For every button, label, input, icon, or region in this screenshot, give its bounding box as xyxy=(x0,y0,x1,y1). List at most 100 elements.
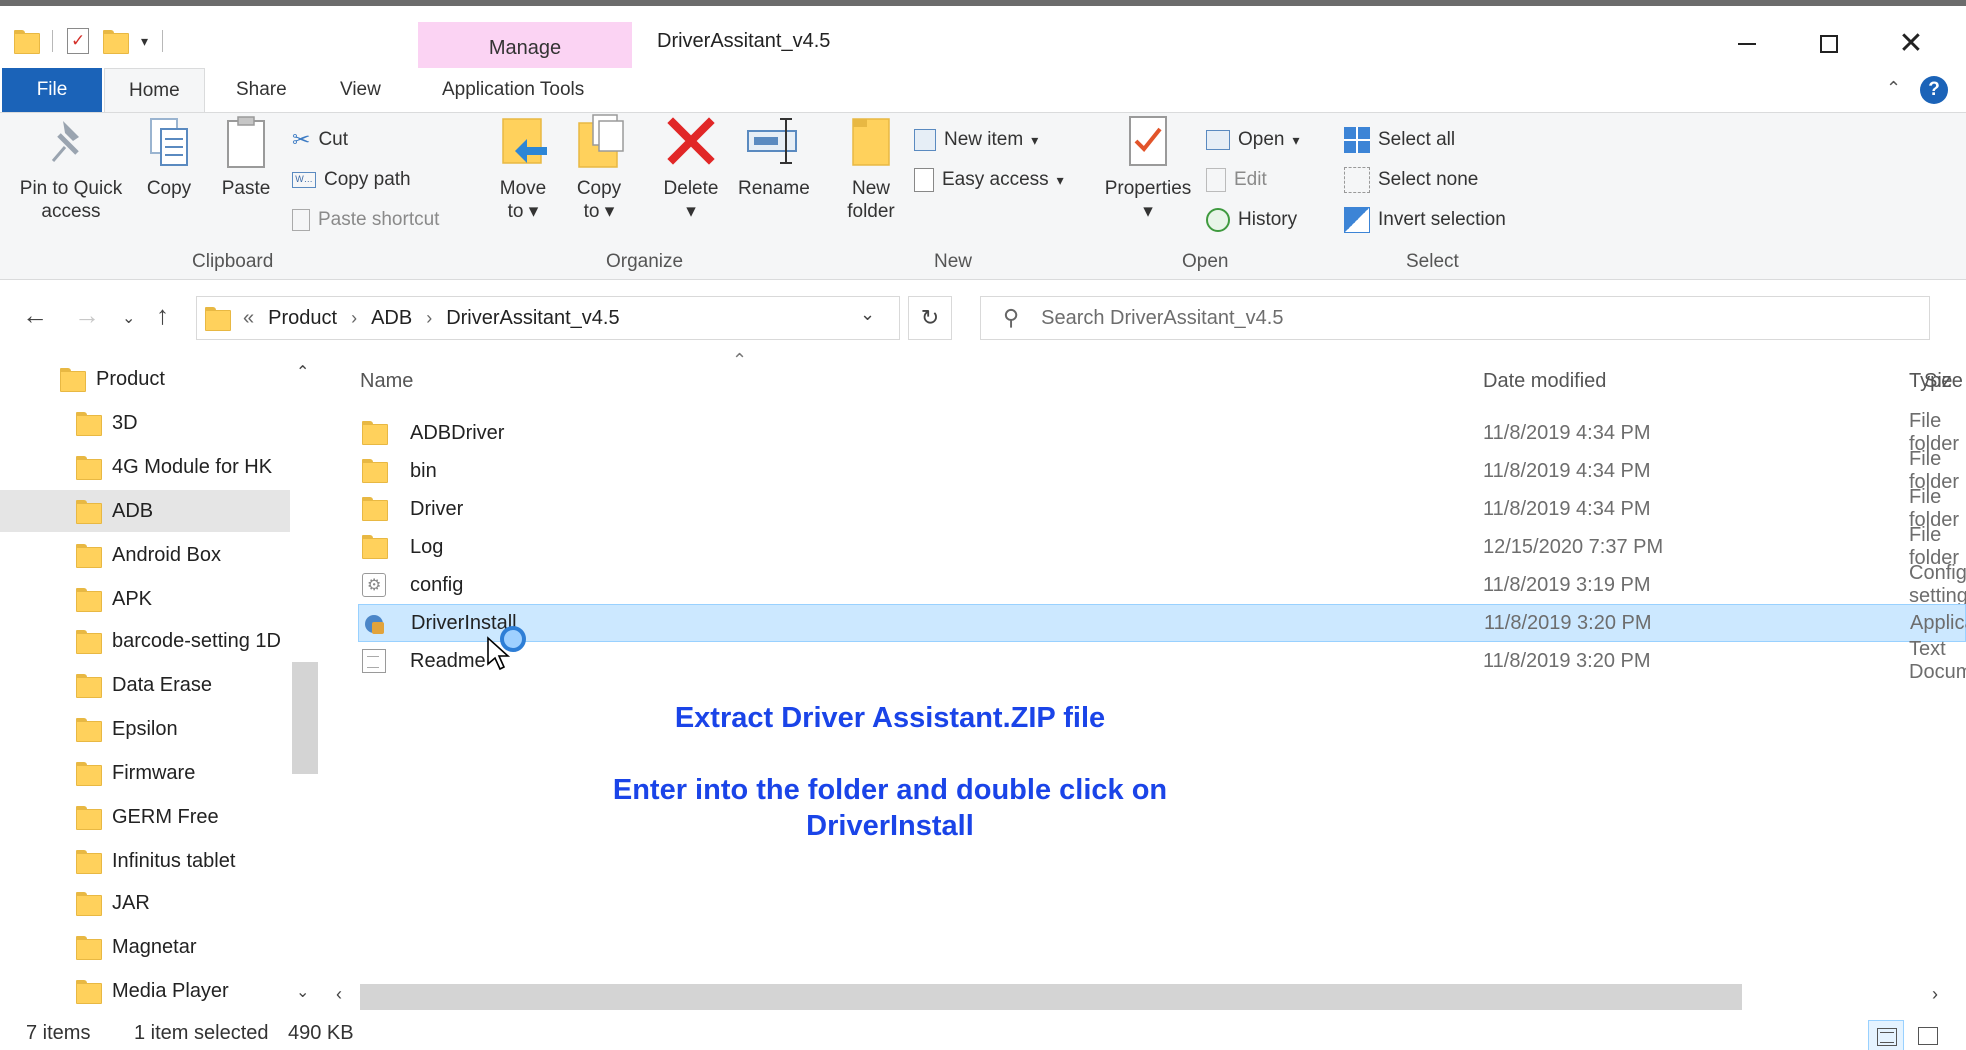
horizontal-scrollbar-thumb[interactable] xyxy=(360,984,1742,1010)
navigation-scrollbar-thumb[interactable] xyxy=(292,662,318,774)
delete-button[interactable]: Delete ▾ xyxy=(656,113,726,223)
open-dropdown-icon: ▾ xyxy=(1292,131,1300,148)
select-all-button[interactable]: Select all xyxy=(1344,125,1455,155)
delete-dropdown-icon[interactable]: ▾ xyxy=(656,200,726,223)
forward-arrow-icon[interactable]: → xyxy=(74,300,100,331)
address-bar[interactable]: « Product › ADB › DriverAssitant_v4.5 xyxy=(196,296,900,340)
scroll-up-icon[interactable]: ⌃ xyxy=(296,362,309,382)
breadcrumb-overflow[interactable]: « xyxy=(243,307,254,330)
tab-view[interactable]: View xyxy=(340,68,381,112)
paste-label: Paste xyxy=(221,178,271,199)
tree-item[interactable]: APK xyxy=(0,578,290,620)
pin-to-quick-access-button[interactable]: Pin to Quick access xyxy=(8,113,134,223)
open-icon xyxy=(1206,130,1230,150)
copy-to-button[interactable]: Copy to ▾ xyxy=(564,113,634,223)
chevron-right-icon[interactable]: › xyxy=(351,308,357,329)
minimize-button[interactable] xyxy=(1708,22,1786,66)
easy-access-label: Easy access xyxy=(942,169,1049,190)
tree-item[interactable]: Data Erase xyxy=(0,664,290,706)
tree-item[interactable]: barcode-setting 1D xyxy=(0,620,290,662)
maximize-button[interactable] xyxy=(1790,22,1868,66)
file-row-driver[interactable]: Driver 11/8/2019 4:34 PM File folder xyxy=(358,486,1966,531)
copy-path-button[interactable]: W… Copy path xyxy=(292,165,411,195)
details-view-button[interactable] xyxy=(1868,1020,1904,1050)
cut-button[interactable]: ✂ Cut xyxy=(292,125,348,155)
select-none-button[interactable]: Select none xyxy=(1344,165,1478,195)
properties-button[interactable]: Properties ▾ xyxy=(1096,113,1200,223)
customize-toolbar-icon[interactable]: ▾ xyxy=(141,33,148,50)
tree-item[interactable]: JAR xyxy=(0,882,290,924)
tab-file[interactable]: File xyxy=(2,68,102,112)
easy-access-button[interactable]: Easy access ▾ xyxy=(914,165,1064,195)
large-icons-view-button[interactable] xyxy=(1910,1020,1946,1050)
file-row-log[interactable]: Log 12/15/2020 7:37 PM File folder xyxy=(358,524,1966,569)
tree-item[interactable]: Epsilon xyxy=(0,708,290,750)
file-name: Driver xyxy=(410,497,464,520)
file-row-adbdriver[interactable]: ADBDriver 11/8/2019 4:34 PM File folder xyxy=(358,410,1966,455)
help-icon[interactable]: ? xyxy=(1920,76,1948,104)
application-icon xyxy=(363,611,387,635)
tree-item[interactable]: Firmware xyxy=(0,752,290,794)
tree-item-adb[interactable]: ADB xyxy=(0,490,290,532)
open-label: Open xyxy=(1238,129,1285,150)
file-list: ⌃ Name Date modified Type Size ADBDriver… xyxy=(336,350,1966,1010)
edit-button[interactable]: Edit xyxy=(1206,165,1267,195)
file-row-config[interactable]: config 11/8/2019 3:19 PM Configuration s… xyxy=(358,562,1966,607)
tree-item-label: Infinitus tablet xyxy=(112,849,236,872)
history-button[interactable]: History xyxy=(1206,205,1297,235)
new-folder-button[interactable]: New folder xyxy=(836,113,906,223)
column-header-size[interactable]: Size xyxy=(1924,370,1966,393)
tree-item[interactable]: Magnetar xyxy=(0,926,290,968)
tab-home[interactable]: Home xyxy=(104,68,205,113)
scroll-right-icon[interactable]: › xyxy=(1932,984,1938,1005)
history-icon xyxy=(1206,208,1230,232)
tree-item[interactable]: 4G Module for HK xyxy=(0,446,290,488)
close-button[interactable]: ✕ xyxy=(1872,22,1950,66)
breadcrumb-product[interactable]: Product xyxy=(268,307,337,330)
refresh-button[interactable]: ↻ xyxy=(908,296,952,340)
tree-item[interactable]: Media Player xyxy=(0,970,290,1012)
address-dropdown-icon[interactable]: ⌄ xyxy=(860,304,875,325)
tree-item[interactable]: Android Box xyxy=(0,534,290,576)
move-to-button[interactable]: Move to ▾ xyxy=(488,113,558,223)
move-to-text: to xyxy=(507,201,524,222)
new-item-button[interactable]: New item ▾ xyxy=(914,125,1038,155)
file-row-readme[interactable]: Readme 11/8/2019 3:20 PM Text Document xyxy=(358,638,1966,683)
new-folder-icon[interactable] xyxy=(103,30,129,54)
invert-selection-icon xyxy=(1344,207,1370,233)
tree-item-product[interactable]: Product xyxy=(0,358,290,400)
collapse-ribbon-icon[interactable]: ⌃ xyxy=(1886,78,1901,99)
rename-label: Rename xyxy=(738,178,810,199)
up-arrow-icon[interactable]: ↑ xyxy=(156,300,169,331)
title-bar: ✓ ▾ Manage DriverAssitant_v4.5 ✕ xyxy=(0,12,1966,74)
scroll-left-icon[interactable]: ‹ xyxy=(336,984,342,1005)
invert-selection-button[interactable]: Invert selection xyxy=(1344,205,1506,235)
chevron-right-icon[interactable]: › xyxy=(426,308,432,329)
tab-application-tools[interactable]: Application Tools xyxy=(442,68,584,112)
tab-manage[interactable]: Manage xyxy=(418,22,632,74)
file-row-driverinstall[interactable]: DriverInstall 11/8/2019 3:20 PM Applicat… xyxy=(358,604,1966,642)
tab-share[interactable]: Share xyxy=(236,68,287,112)
copy-button[interactable]: Copy xyxy=(140,113,198,200)
properties-dropdown-icon[interactable]: ▾ xyxy=(1096,200,1200,223)
open-button[interactable]: Open ▾ xyxy=(1206,125,1300,155)
column-header-name[interactable]: Name xyxy=(360,370,413,393)
scroll-down-icon[interactable]: ⌄ xyxy=(296,982,309,1002)
paste-button[interactable]: Paste xyxy=(216,113,276,200)
breadcrumb-adb[interactable]: ADB xyxy=(371,307,412,330)
search-input[interactable]: ⚲ Search DriverAssitant_v4.5 xyxy=(980,296,1930,340)
file-row-bin[interactable]: bin 11/8/2019 4:34 PM File folder xyxy=(358,448,1966,493)
tree-item[interactable]: GERM Free xyxy=(0,796,290,838)
tree-item[interactable]: Infinitus tablet xyxy=(0,840,290,882)
file-date: 11/8/2019 4:34 PM xyxy=(1483,459,1651,482)
breadcrumb-current[interactable]: DriverAssitant_v4.5 xyxy=(446,307,619,330)
back-arrow-icon[interactable]: ← xyxy=(22,300,48,331)
properties-icon[interactable]: ✓ xyxy=(67,28,89,54)
rename-button[interactable]: Rename xyxy=(738,113,810,200)
column-header-date[interactable]: Date modified xyxy=(1483,370,1606,393)
folder-icon xyxy=(362,497,388,521)
recent-locations-icon[interactable]: ⌄ xyxy=(122,308,135,328)
folder-icon xyxy=(362,459,388,483)
paste-shortcut-button[interactable]: Paste shortcut xyxy=(292,205,439,235)
tree-item[interactable]: 3D xyxy=(0,402,290,444)
